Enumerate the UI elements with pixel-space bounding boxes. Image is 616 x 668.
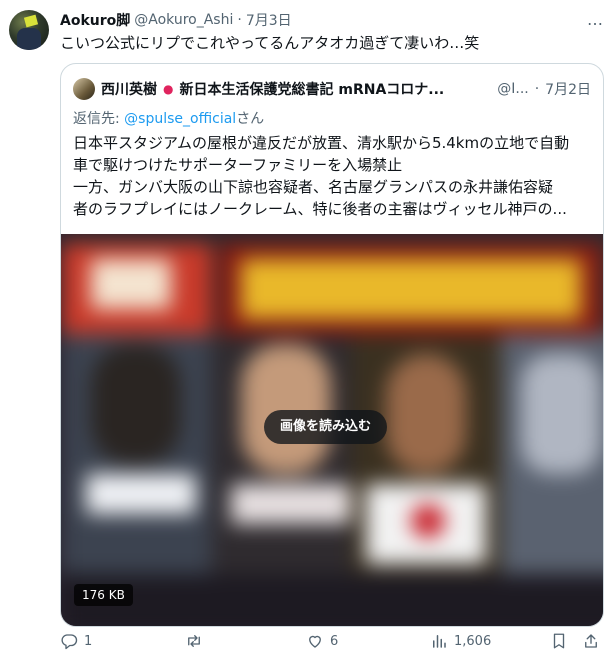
avatar-figure-shape [17, 28, 41, 50]
quoted-author-avatar [73, 78, 95, 100]
reply-to-line: 返信先: @spulse_officialさん [73, 108, 264, 128]
like-count: 6 [330, 633, 339, 649]
quoted-text-line: 一方、ガンバ大阪の山下諒也容疑者、名古屋グランパスの永井謙佑容疑 [73, 178, 554, 196]
share-button[interactable] [582, 632, 600, 650]
quoted-tweet-text: 日本平スタジアムの屋根が違反だが放置、清水駅から5.4kmの立地で自動 車で駆け… [73, 132, 595, 220]
quoted-author-title: 新日本生活保護党総書記 mRNAコロナ... [179, 82, 445, 98]
more-options-icon[interactable]: … [587, 10, 604, 29]
quoted-tweet-header: 西川英樹 ● 新日本生活保護党総書記 mRNAコロナ... @I... · 7月… [73, 78, 591, 100]
view-count: 1,606 [454, 633, 492, 649]
like-button[interactable]: 6 [306, 632, 338, 650]
quoted-separator: · [534, 81, 540, 97]
load-image-button[interactable]: 画像を読み込む [264, 410, 388, 444]
views-chart-icon [430, 632, 448, 650]
tweet-action-bar: 1 6 1,606 [60, 632, 600, 656]
reply-to-prefix: 返信先: [73, 111, 125, 127]
views-button[interactable]: 1,606 [430, 632, 491, 650]
quoted-text-line: 車で駆けつけたサポーターファミリーを入場禁止 [73, 156, 403, 174]
retweet-icon [184, 632, 204, 650]
author-avatar[interactable] [9, 10, 49, 50]
quoted-status-dot: ● [163, 82, 174, 96]
share-icon [582, 632, 600, 650]
bookmark-icon [550, 632, 568, 650]
quoted-tweet-date: 7月2日 [545, 82, 591, 98]
reply-to-mention-link[interactable]: @spulse_official [124, 111, 236, 127]
reply-button[interactable]: 1 [60, 632, 92, 650]
heart-icon [306, 632, 324, 650]
quoted-media-image[interactable]: 画像を読み込む 176 KB [61, 234, 603, 626]
quoted-tweet[interactable]: 西川英樹 ● 新日本生活保護党総書記 mRNAコロナ... @I... · 7月… [60, 63, 604, 627]
quoted-text-line: 日本平スタジアムの屋根が違反だが放置、清水駅から5.4kmの立地で自動 [73, 134, 570, 152]
tweet-date[interactable]: 7月3日 [246, 10, 292, 30]
reply-icon [60, 632, 78, 650]
reply-count: 1 [84, 633, 93, 649]
reply-to-suffix: さん [236, 111, 265, 127]
quoted-author-name: 西川英樹 [101, 82, 157, 98]
tweet-header: Aokuro脚 @Aokuro_Ashi · 7月3日 [60, 10, 596, 30]
avatar-flag-shape [23, 14, 39, 28]
quoted-author-handle: @I... [497, 81, 529, 97]
tweet-text: こいつ公式にリプでこれやってるんアタオカ過ぎて凄いわ…笑 [60, 34, 480, 52]
author-display-name[interactable]: Aokuro脚 [60, 10, 130, 30]
author-handle[interactable]: @Aokuro_Ashi [134, 12, 233, 28]
retweet-button[interactable] [184, 632, 210, 650]
header-separator: · [237, 12, 242, 28]
quoted-text-line: 者のラフプレイにはノークレーム、特に後者の主審はヴィッセル神戸の... [73, 200, 567, 218]
image-size-badge: 176 KB [74, 584, 133, 606]
bookmark-button[interactable] [550, 632, 568, 650]
